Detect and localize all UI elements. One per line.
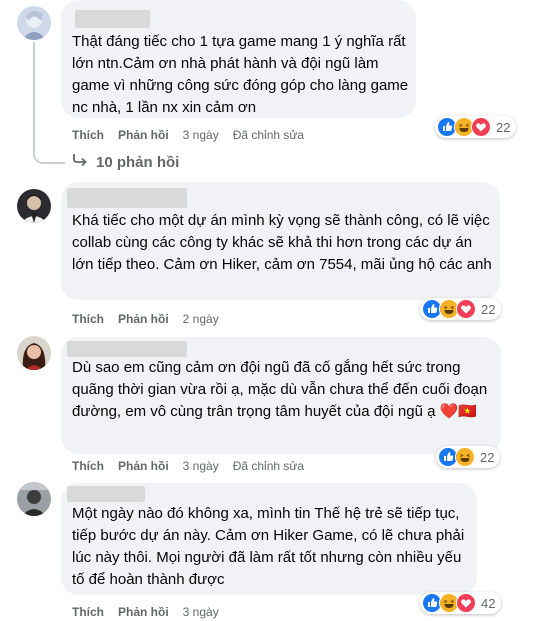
reply-link[interactable]: Phản hồi <box>118 128 169 142</box>
view-replies-link[interactable]: 10 phản hồi <box>72 153 179 171</box>
reaction-count: 22 <box>480 449 495 465</box>
comment-text: Thật đáng tiếc cho 1 tựa game mang 1 ý n… <box>72 33 409 116</box>
timestamp[interactable]: 3 ngày <box>183 459 219 473</box>
comment-actions: Thích Phản hồi 3 ngày Đã chỉnh sửa <box>72 128 304 142</box>
reply-arrow-icon <box>72 153 88 171</box>
avatar[interactable] <box>17 482 51 516</box>
edited-label[interactable]: Đã chỉnh sửa <box>233 459 304 473</box>
like-link[interactable]: Thích <box>72 605 104 619</box>
comment-actions: Thích Phản hồi 3 ngày Đã chỉnh sửa <box>72 459 304 473</box>
commenter-name-redacted[interactable] <box>67 486 145 502</box>
reaction-count: 22 <box>496 119 511 135</box>
reaction-summary[interactable]: 22 <box>435 116 517 138</box>
like-link[interactable]: Thích <box>72 128 104 142</box>
timestamp[interactable]: 2 ngày <box>183 312 219 326</box>
replies-count-label[interactable]: 10 phản hồi <box>96 154 179 171</box>
thread-connector <box>33 42 65 164</box>
comment-text: Một ngày nào đó không xa, mình tin Thế h… <box>72 505 465 588</box>
comment-bubble: Dù sao em cũng cảm ơn đội ngũ đã cố gắng… <box>61 337 501 454</box>
timestamp[interactable]: 3 ngày <box>183 128 219 142</box>
commenter-name-redacted[interactable] <box>67 341 187 357</box>
reply-link[interactable]: Phản hồi <box>118 312 169 326</box>
reaction-count: 42 <box>481 595 496 611</box>
like-link[interactable]: Thích <box>72 312 104 326</box>
reply-link[interactable]: Phản hồi <box>118 459 169 473</box>
heart-reaction-icon <box>456 593 476 613</box>
comment-text: Dù sao em cũng cảm ơn đội ngũ đã cố gắng… <box>72 359 488 420</box>
haha-reaction-icon <box>455 447 475 467</box>
commenter-name-redacted[interactable] <box>67 188 187 208</box>
heart-reaction-icon <box>471 117 491 137</box>
avatar[interactable] <box>17 336 51 370</box>
reaction-count: 22 <box>481 301 496 317</box>
timestamp[interactable]: 3 ngày <box>183 605 219 619</box>
reaction-summary[interactable]: 22 <box>436 446 501 468</box>
avatar[interactable] <box>17 6 51 40</box>
comment-actions: Thích Phản hồi 2 ngày <box>72 312 219 326</box>
avatar[interactable] <box>17 189 51 223</box>
comment-bubble: Thật đáng tiếc cho 1 tựa game mang 1 ý n… <box>61 0 416 118</box>
reaction-summary[interactable]: 42 <box>420 592 502 614</box>
commenter-name-redacted[interactable] <box>75 10 150 28</box>
edited-label[interactable]: Đã chỉnh sửa <box>233 128 304 142</box>
comment-bubble: Khá tiếc cho một dự án mình kỳ vọng sẽ t… <box>61 182 500 300</box>
comment-actions: Thích Phản hồi 3 ngày <box>72 605 219 619</box>
heart-reaction-icon <box>456 299 476 319</box>
comment-bubble: Một ngày nào đó không xa, mình tin Thế h… <box>61 483 477 595</box>
like-link[interactable]: Thích <box>72 459 104 473</box>
comment-text: Khá tiếc cho một dự án mình kỳ vọng sẽ t… <box>72 212 492 273</box>
reply-link[interactable]: Phản hồi <box>118 605 169 619</box>
reaction-summary[interactable]: 22 <box>420 298 502 320</box>
